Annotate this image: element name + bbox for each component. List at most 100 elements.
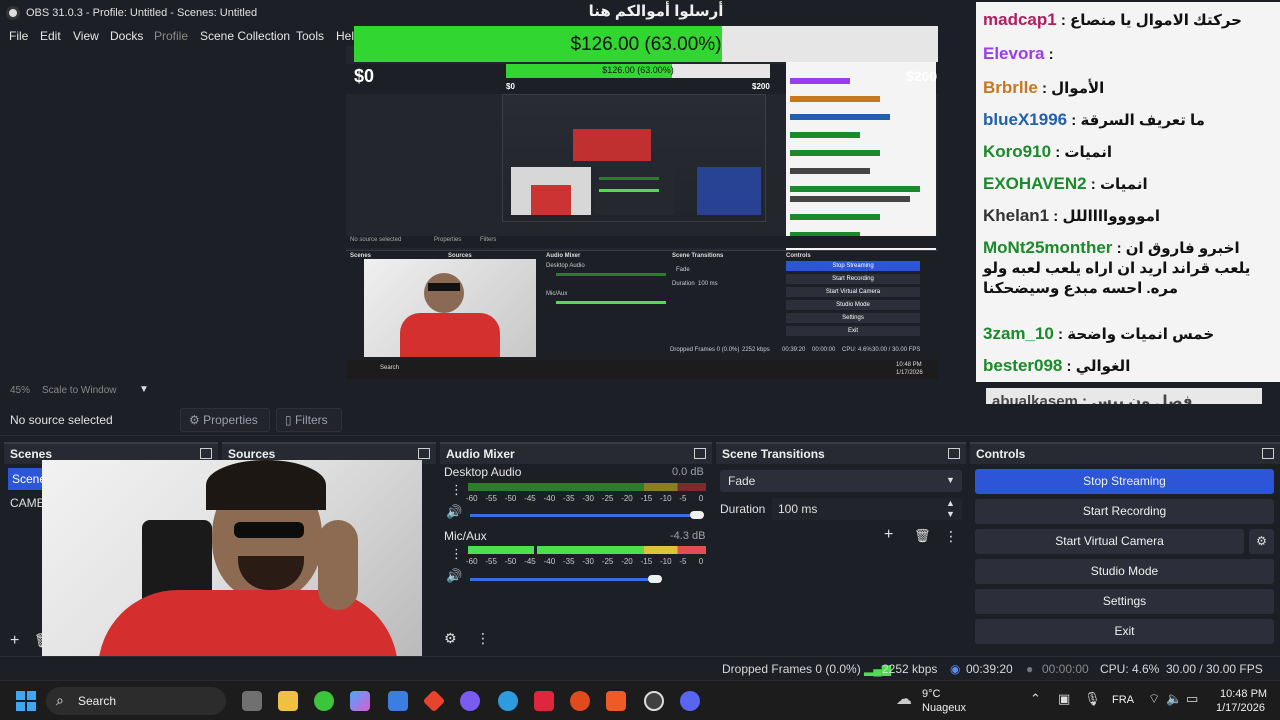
obs-taskbar-icon[interactable] <box>644 691 664 711</box>
studio-mode-button[interactable]: Studio Mode <box>975 559 1274 584</box>
scale-mode[interactable]: Scale to Window <box>42 385 116 396</box>
advanced-audio-gear-icon[interactable]: ⚙ <box>444 630 457 647</box>
virtual-camera-settings-gear-icon[interactable]: ⚙ <box>1249 529 1274 554</box>
zoom-level: 45% <box>10 385 31 396</box>
desktop-audio-volume-knob[interactable] <box>690 511 704 519</box>
delete-transition-icon[interactable]: 🗑 <box>914 528 931 544</box>
wifi-icon[interactable]: ⌔ <box>1148 691 1160 707</box>
desktop-audio-menu-icon[interactable]: ⋮ <box>450 482 463 498</box>
chat-message: Koro910 : انميات <box>983 142 1273 163</box>
scale-dropdown-icon[interactable]: ▼ <box>139 384 149 395</box>
chat-text: : الأموال <box>1037 80 1105 97</box>
menu-profile[interactable]: Profile <box>154 29 188 43</box>
meter-tick-label: -35 <box>563 557 575 566</box>
float-dock-icon[interactable] <box>1262 448 1274 459</box>
hair-shape <box>206 460 326 510</box>
chat-message: 3zam_10 : خمس انميات واضحة <box>983 324 1273 345</box>
git-icon[interactable] <box>422 689 446 713</box>
menu-help[interactable]: Hel <box>336 29 354 43</box>
tray-app-icon[interactable]: ▣ <box>1058 691 1070 707</box>
chat-app-icon[interactable] <box>460 691 480 711</box>
mic-aux-volume-knob[interactable] <box>648 575 662 583</box>
transition-menu-icon[interactable]: ⋮ <box>944 528 958 545</box>
xbox-icon[interactable] <box>314 691 334 711</box>
chat-overlay: madcap1 : حركتك الاموال يا منصاع Elevora … <box>976 2 1280 382</box>
inner-properties: Properties <box>434 237 462 243</box>
chat-message: Elevora : <box>983 44 1273 65</box>
inner-webcam <box>364 259 536 357</box>
taskbar-search-box[interactable]: ⌕ Search <box>46 687 226 715</box>
mixer-menu-icon[interactable]: ⋮ <box>476 630 490 647</box>
menu-edit[interactable]: Edit <box>40 29 61 43</box>
recording-indicator-icon: ● <box>1026 662 1034 676</box>
scene-item-camera[interactable]: CAME <box>10 496 45 510</box>
mic-aux-volume-track[interactable] <box>470 578 654 581</box>
float-dock-icon[interactable] <box>418 448 430 459</box>
inner-chat-line <box>790 196 910 202</box>
file-explorer-icon[interactable] <box>278 691 298 711</box>
wps-icon[interactable] <box>534 691 554 711</box>
clock-date[interactable]: 1/17/2026 <box>1216 702 1265 714</box>
microsoft-store-icon[interactable] <box>388 691 408 711</box>
inner-cpu: CPU: 4.6% <box>842 347 872 353</box>
meter-tick-label: 0 <box>698 494 704 503</box>
filters-button[interactable]: ▯ Filters <box>276 408 342 432</box>
clock-time[interactable]: 10:48 PM <box>1220 688 1267 700</box>
inner-min-label: $0 <box>506 82 515 91</box>
exit-button[interactable]: Exit <box>975 619 1274 644</box>
stop-streaming-button[interactable]: Stop Streaming <box>975 469 1274 494</box>
chevron-up-icon[interactable]: ⌃ <box>1030 691 1041 707</box>
float-dock-icon[interactable] <box>948 448 960 459</box>
desktop-audio-db: 0.0 dB <box>672 466 704 478</box>
inner-no-source: No source selected <box>350 237 402 243</box>
inner-controls-title: Controls <box>786 253 811 259</box>
window-title: OBS 31.0.3 - Profile: Untitled - Scenes:… <box>26 7 258 19</box>
chat-message: Khelan1 : امووووااااللل <box>983 206 1273 227</box>
volume-icon[interactable]: 🔈 <box>1166 691 1182 707</box>
properties-button[interactable]: ⚙ Properties <box>180 408 270 432</box>
inner-chat-line <box>790 114 890 120</box>
settings-button[interactable]: Settings <box>975 589 1274 614</box>
transitions-title: Scene Transitions <box>722 447 825 461</box>
inner-desktop-audio: Desktop Audio <box>546 263 585 269</box>
mic-aux-menu-icon[interactable]: ⋮ <box>450 546 463 562</box>
speaker-icon[interactable]: 🔊 <box>446 568 462 584</box>
duration-input[interactable]: 100 ms ▲ ▼ <box>772 498 962 520</box>
firefox-icon[interactable] <box>570 691 590 711</box>
stream-time: 00:39:20 <box>966 662 1013 676</box>
add-transition-icon[interactable]: + <box>884 526 893 544</box>
no-source-label: No source selected <box>10 413 113 427</box>
language-indicator[interactable]: FRA <box>1112 694 1134 706</box>
start-recording-button[interactable]: Start Recording <box>975 499 1274 524</box>
inner-transitions-title: Scene Transitions <box>672 253 724 259</box>
preview-canvas[interactable]: $126.00 (63.00%) $0 $200 No source selec… <box>346 46 938 379</box>
stepper-up-icon[interactable]: ▲ <box>946 498 955 508</box>
meter-tick-label: -30 <box>582 557 594 566</box>
menu-scene-collection[interactable]: Scene Collection <box>200 29 290 43</box>
task-view-icon[interactable] <box>242 691 262 711</box>
battery-icon[interactable]: ▭ <box>1186 691 1198 707</box>
speaker-icon[interactable]: 🔊 <box>446 504 462 520</box>
inner-dropped: Dropped Frames 0 (0.0%) <box>670 347 740 353</box>
start-virtual-camera-button[interactable]: Start Virtual Camera <box>975 529 1244 554</box>
mic-aux-db: -4.3 dB <box>670 530 706 542</box>
meter-tick-label: -20 <box>621 557 633 566</box>
donation-max-label: $200 <box>906 68 938 84</box>
menu-docks[interactable]: Docks <box>110 29 143 43</box>
float-dock-icon[interactable] <box>694 448 706 459</box>
add-scene-icon[interactable]: + <box>10 632 19 650</box>
menu-view[interactable]: View <box>73 29 99 43</box>
desktop-audio-volume-track[interactable] <box>470 514 698 517</box>
menu-tools[interactable]: Tools <box>296 29 324 43</box>
stepper-down-icon[interactable]: ▼ <box>946 509 955 519</box>
transition-select[interactable]: Fade ▼ <box>720 470 962 492</box>
microphone-icon[interactable]: 🎙 <box>1084 691 1101 707</box>
menu-file[interactable]: File <box>9 29 28 43</box>
chat-text: : ما تعريف السرقة <box>1067 112 1205 129</box>
brave-icon[interactable] <box>606 691 626 711</box>
copilot-icon[interactable] <box>350 691 370 711</box>
windows-start-icon[interactable] <box>16 691 36 711</box>
float-dock-icon[interactable] <box>200 448 212 459</box>
edge-icon[interactable] <box>498 691 518 711</box>
discord-icon[interactable] <box>680 691 700 711</box>
